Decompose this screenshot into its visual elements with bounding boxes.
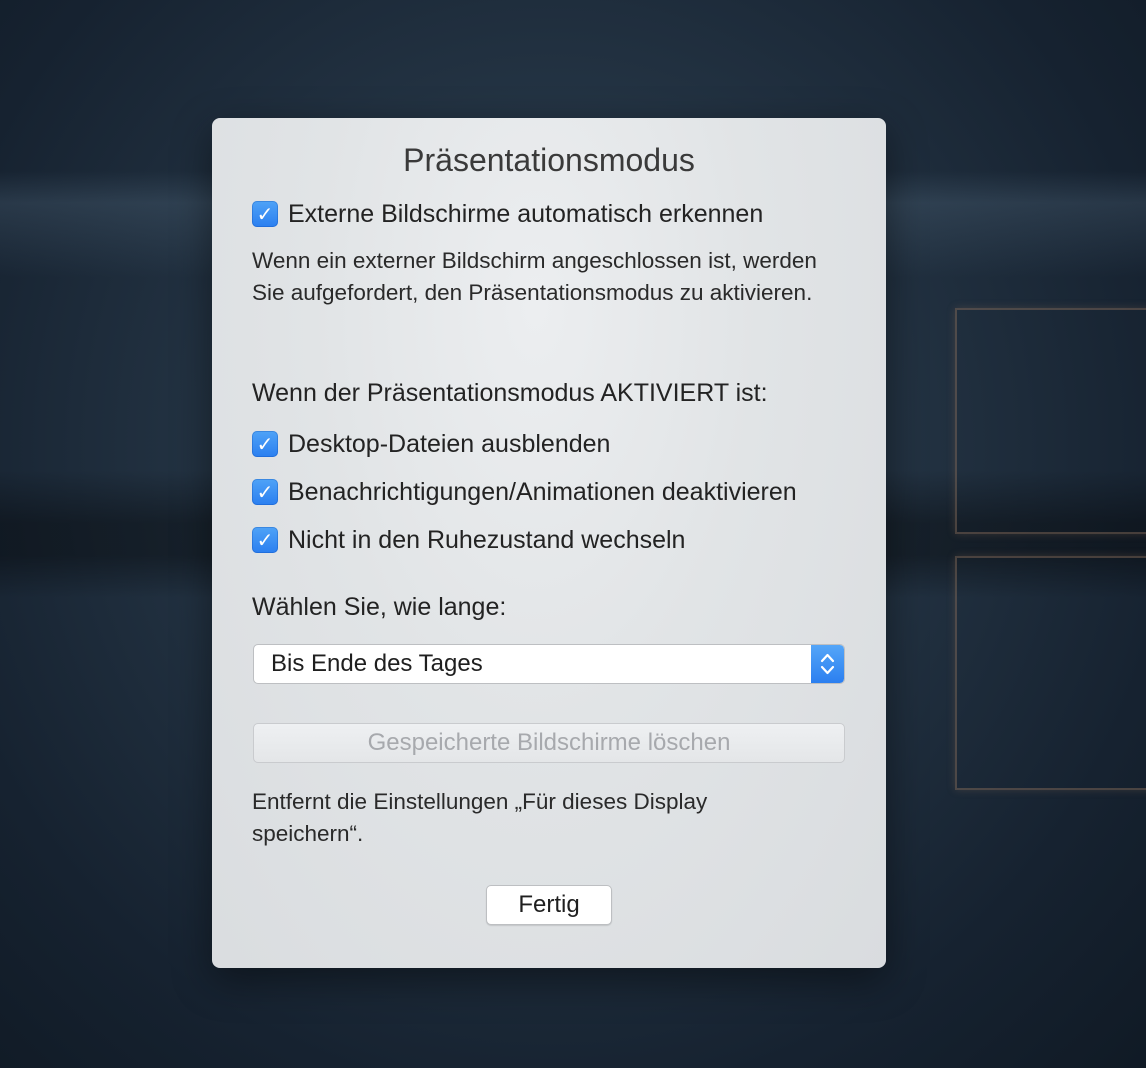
checkmark-icon: ✓ (256, 480, 274, 504)
clear-saved-displays-description: Entfernt die Einstellungen „Für dieses D… (252, 789, 708, 846)
dialog-title: Präsentationsmodus (403, 142, 695, 178)
presentation-mode-dialog: Präsentationsmodus ✓ Externe Bildschirme… (212, 118, 886, 968)
option-hide-desktop-files-label: Desktop-Dateien ausblenden (288, 429, 611, 458)
option-disable-notifications-checkbox[interactable]: ✓ (252, 479, 278, 505)
option-disable-notifications-row[interactable]: ✓ Benachrichtigungen/Animationen deaktiv… (252, 477, 797, 507)
checkmark-icon: ✓ (256, 202, 274, 226)
auto-detect-checkbox-row[interactable]: ✓ Externe Bildschirme automatisch erkenn… (252, 199, 763, 229)
auto-detect-checkbox[interactable]: ✓ (252, 201, 278, 227)
duration-select[interactable]: Bis Ende des Tages (253, 644, 845, 684)
chevron-updown-icon[interactable] (811, 645, 844, 683)
clear-saved-displays-button[interactable]: Gespeicherte Bildschirme löschen (253, 723, 845, 763)
duration-heading: Wählen Sie, wie lange: (252, 593, 507, 621)
auto-detect-description: Wenn ein externer Bildschirm angeschloss… (252, 248, 817, 305)
option-hide-desktop-files-row[interactable]: ✓ Desktop-Dateien ausblenden (252, 429, 610, 459)
option-prevent-sleep-row[interactable]: ✓ Nicht in den Ruhezustand wechseln (252, 525, 685, 555)
auto-detect-label: Externe Bildschirme automatisch erkennen (288, 199, 764, 228)
window-pane-decoration (955, 308, 1146, 534)
checkmark-icon: ✓ (256, 432, 274, 456)
duration-select-value: Bis Ende des Tages (271, 650, 483, 677)
option-hide-desktop-files-checkbox[interactable]: ✓ (252, 431, 278, 457)
option-prevent-sleep-checkbox[interactable]: ✓ (252, 527, 278, 553)
checkmark-icon: ✓ (256, 528, 274, 552)
when-active-heading: Wenn der Präsentationsmodus AKTIVIERT is… (252, 379, 768, 407)
window-pane-decoration (955, 556, 1146, 790)
option-prevent-sleep-label: Nicht in den Ruhezustand wechseln (288, 525, 686, 554)
option-disable-notifications-label: Benachrichtigungen/Animationen deaktivie… (288, 477, 797, 506)
done-button[interactable]: Fertig (486, 885, 612, 925)
